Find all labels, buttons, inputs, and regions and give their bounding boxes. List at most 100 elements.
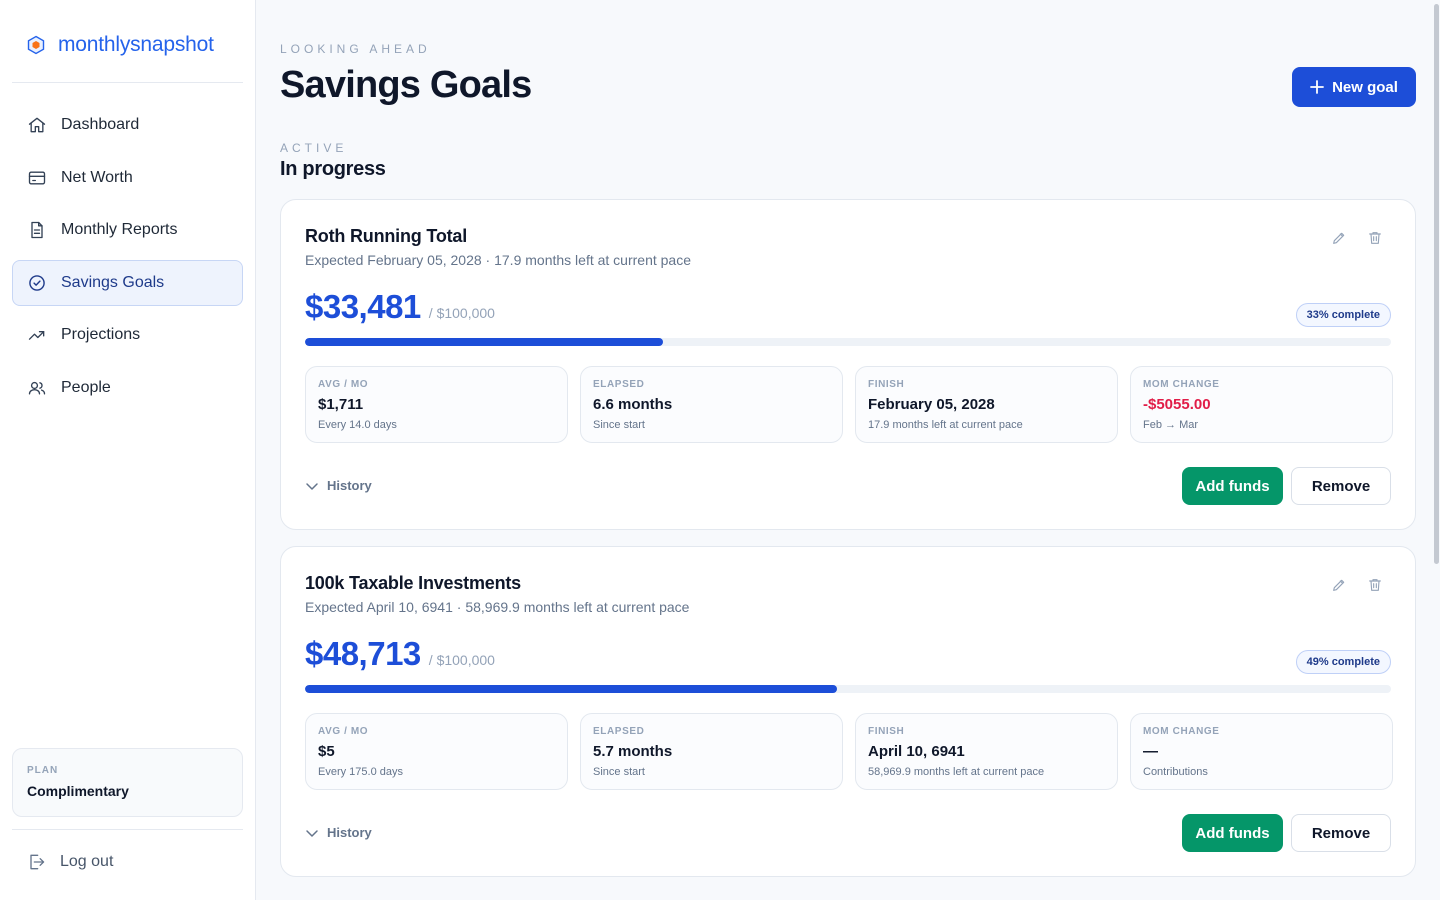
page-title: Savings Goals (280, 64, 532, 106)
sidebar-item-monthly-reports[interactable]: Monthly Reports (12, 207, 243, 253)
chevron-down-icon (306, 482, 318, 490)
stat-note: Since start (593, 766, 645, 778)
progress-fill (305, 338, 664, 346)
check-circle-icon (29, 274, 45, 291)
history-toggle[interactable]: History (305, 478, 372, 493)
plan-label: PLAN (27, 765, 59, 776)
percent-badge: 33% complete (1295, 303, 1391, 327)
stat-label: ELAPSED (593, 379, 645, 390)
stat-value: 6.6 months (593, 396, 673, 413)
plan-value: Complimentary (27, 783, 129, 799)
stat-elapsed: ELAPSED 6.6 months Since start (580, 366, 843, 443)
stat-note: 58,969.9 months left at current pace (868, 766, 1045, 778)
goal-subtitle: Expected April 10, 6941 · 58,969.9 month… (305, 599, 690, 615)
add-funds-button[interactable]: Add funds (1182, 467, 1283, 505)
stat-label: MOM CHANGE (1143, 379, 1220, 390)
goal-target: / $100,000 (428, 652, 495, 668)
stat-note: Since start (593, 419, 645, 431)
stat-finish: FINISH April 10, 6941 58,969.9 months le… (855, 713, 1118, 790)
trash-icon[interactable] (1367, 577, 1383, 593)
progress-bar (305, 685, 1391, 693)
document-icon (31, 221, 43, 239)
sidebar-divider-bottom (12, 829, 243, 830)
goal-card: 100k Taxable Investments Expected April … (280, 546, 1416, 877)
credit-card-icon (28, 171, 46, 184)
add-funds-button[interactable]: Add funds (1182, 814, 1283, 852)
trash-icon[interactable] (1367, 230, 1383, 246)
sidebar-item-label: Dashboard (61, 116, 140, 133)
stat-label: AVG / MO (318, 726, 369, 737)
stat-mom-change: MOM CHANGE -$5055.00 Feb → Mar (1130, 366, 1393, 443)
stat-value: 5.7 months (593, 743, 673, 760)
stat-elapsed: ELAPSED 5.7 months Since start (580, 713, 843, 790)
stat-label: ELAPSED (593, 726, 645, 737)
remove-button[interactable]: Remove (1291, 814, 1391, 852)
edit-icon[interactable] (1331, 577, 1347, 593)
goal-amount: $33,481 (305, 288, 421, 325)
history-label: History (327, 825, 372, 840)
sidebar-item-label: Monthly Reports (61, 221, 178, 238)
brand-name: monthlysnapshot (58, 33, 214, 56)
sidebar-nav: Dashboard Net Worth Monthly Reports Savi… (12, 102, 243, 417)
stat-avg-per-month: AVG / MO $1,711 Every 14.0 days (305, 366, 568, 443)
stat-value: — (1143, 743, 1158, 760)
stat-note: Contributions (1143, 766, 1208, 778)
progress-fill (305, 685, 838, 693)
users-icon (28, 381, 46, 394)
stat-label: AVG / MO (318, 379, 369, 390)
sidebar-item-label: Savings Goals (61, 273, 165, 291)
goal-actions (1331, 577, 1383, 593)
scrollbar[interactable] (1432, 0, 1440, 900)
stat-label: FINISH (868, 726, 905, 737)
stat-note: 17.9 months left at current pace (868, 419, 1023, 431)
amount-row: $48,713 / $100,000 (305, 635, 495, 673)
amount-row: $33,481 / $100,000 (305, 288, 495, 326)
goal-name: Roth Running Total (305, 226, 468, 246)
new-goal-label: New goal (1332, 78, 1398, 96)
stat-value: -$5055.00 (1143, 396, 1211, 413)
sidebar-item-label: People (61, 378, 111, 396)
stat-note: Feb → Mar (1143, 419, 1199, 431)
scrollbar-thumb[interactable] (1434, 4, 1439, 564)
sidebar-item-net-worth[interactable]: Net Worth (12, 155, 243, 201)
home-icon (28, 117, 46, 133)
edit-icon[interactable] (1331, 230, 1347, 246)
remove-button[interactable]: Remove (1291, 467, 1391, 505)
stat-note: Every 175.0 days (318, 766, 403, 778)
goal-amount: $48,713 (305, 635, 421, 672)
sidebar-divider (12, 82, 243, 83)
logout-label: Log out (60, 853, 114, 870)
brand[interactable]: monthlysnapshot (26, 30, 214, 60)
logout-button[interactable]: Log out (26, 852, 113, 872)
logout-icon (30, 854, 45, 870)
sidebar-item-projections[interactable]: Projections (12, 312, 243, 358)
sidebar-item-label: Net Worth (61, 168, 133, 186)
goal-subtitle: Expected February 05, 2028 · 17.9 months… (305, 252, 691, 268)
section-title: In progress (280, 158, 386, 180)
stat-mom-change: MOM CHANGE — Contributions (1130, 713, 1393, 790)
goal-actions (1331, 230, 1383, 246)
stat-label: MOM CHANGE (1143, 726, 1220, 737)
logo-icon (27, 35, 45, 55)
plan-card: PLAN Complimentary (12, 748, 243, 817)
history-toggle[interactable]: History (305, 825, 372, 840)
stat-value: $1,711 (318, 396, 364, 413)
percent-badge: 49% complete (1295, 650, 1391, 674)
sidebar-item-savings-goals[interactable]: Savings Goals (12, 259, 243, 306)
stats-row: AVG / MO $5 Every 175.0 days ELAPSED 5.7… (305, 713, 1393, 790)
stat-avg-per-month: AVG / MO $5 Every 175.0 days (305, 713, 568, 790)
progress-bar (305, 338, 1391, 346)
sidebar-item-dashboard[interactable]: Dashboard (12, 102, 243, 148)
new-goal-button[interactable]: New goal (1292, 67, 1416, 107)
sidebar-item-label: Projections (61, 326, 141, 343)
stat-finish: FINISH February 05, 2028 17.9 months lef… (855, 366, 1118, 443)
stat-value: $5 (318, 743, 335, 760)
section-eyebrow: ACTIVE (280, 141, 348, 155)
stat-label: FINISH (868, 379, 905, 390)
stat-note: Every 14.0 days (318, 419, 397, 431)
goal-card: Roth Running Total Expected February 05,… (280, 199, 1416, 530)
stats-row: AVG / MO $1,711 Every 14.0 days ELAPSED … (305, 366, 1393, 443)
sidebar-item-people[interactable]: People (12, 365, 243, 411)
chevron-down-icon (306, 829, 318, 837)
goal-name: 100k Taxable Investments (305, 573, 521, 593)
